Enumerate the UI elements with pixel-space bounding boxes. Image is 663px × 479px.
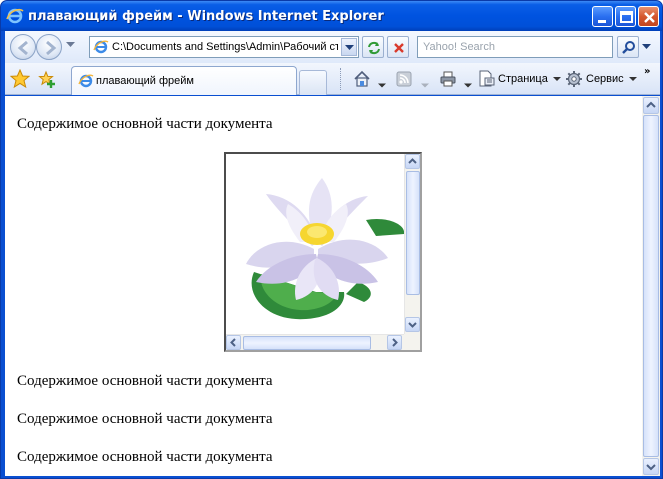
tools-menu-button[interactable]: Сервис	[565, 69, 637, 89]
chevron-up-icon	[408, 158, 417, 164]
page-content: Содержимое основной части документа Соде…	[5, 96, 642, 476]
maximize-button[interactable]	[615, 6, 636, 27]
minimize-icon	[598, 20, 606, 23]
page-menu-button[interactable]: Страница	[477, 69, 561, 89]
forward-button[interactable]	[36, 34, 62, 60]
back-arrow-icon	[17, 40, 28, 56]
minimize-button[interactable]	[592, 6, 613, 27]
page-menu-label: Страница	[498, 73, 548, 85]
address-dropdown-button[interactable]	[341, 38, 357, 56]
print-dropdown-icon[interactable]	[464, 76, 472, 96]
page-scroll-thumb[interactable]	[643, 115, 659, 457]
page-scroll-up-button[interactable]	[643, 97, 659, 114]
stop-icon	[394, 43, 404, 53]
page-icon	[93, 40, 109, 54]
paragraph: Содержимое основной части документа	[17, 411, 273, 427]
home-icon	[354, 70, 370, 87]
address-bar[interactable]: C:\Documents and Settings\Admin\Рабочий …	[89, 36, 359, 58]
iframe-horizontal-scrollbar[interactable]	[226, 334, 404, 350]
paragraph: Содержимое основной части документа	[17, 373, 273, 389]
iframe-vertical-scrollbar[interactable]	[404, 154, 420, 334]
iframe-scroll-corner	[404, 334, 420, 350]
favorites-star-icon[interactable]	[10, 69, 30, 89]
close-button[interactable]	[638, 6, 659, 27]
printer-icon	[440, 71, 456, 87]
scroll-right-button[interactable]	[387, 335, 402, 350]
scroll-down-button[interactable]	[405, 317, 420, 332]
refresh-icon	[368, 41, 380, 55]
floating-iframe[interactable]	[224, 152, 422, 352]
chevron-down-icon	[552, 76, 561, 81]
paragraph: Содержимое основной части документа	[17, 116, 273, 132]
refresh-button[interactable]	[362, 36, 384, 58]
address-input[interactable]: C:\Documents and Settings\Admin\Рабочий …	[112, 41, 338, 53]
close-icon	[644, 12, 655, 23]
search-options-dropdown-icon[interactable]	[642, 44, 651, 50]
title-bar[interactable]: плавающий фрейм - Windows Internet Explo…	[1, 1, 662, 31]
maximize-icon	[620, 11, 633, 23]
chevron-down-icon	[628, 76, 637, 81]
recent-pages-dropdown-icon[interactable]	[66, 42, 75, 48]
feeds-dropdown-icon[interactable]	[421, 76, 429, 96]
chevron-down-icon	[345, 45, 354, 50]
chevron-up-icon	[646, 101, 656, 108]
new-tab-button[interactable]	[299, 70, 327, 95]
iframe-horizontal-thumb[interactable]	[243, 336, 371, 350]
toolbar-grip[interactable]	[340, 68, 342, 90]
tab-page-icon	[78, 74, 94, 88]
home-button[interactable]	[353, 69, 371, 89]
navigation-bar: C:\Documents and Settings\Admin\Рабочий …	[5, 31, 660, 63]
print-button[interactable]	[439, 69, 457, 89]
scroll-up-button[interactable]	[405, 154, 420, 169]
tab-command-bar: плавающий фрейм Страница Сервис »	[5, 63, 660, 95]
paragraph: Содержимое основной части документа	[17, 449, 273, 465]
page-vertical-scrollbar[interactable]	[642, 96, 660, 476]
ie-logo-icon	[6, 8, 24, 24]
scroll-left-button[interactable]	[226, 335, 241, 350]
iframe-vertical-thumb[interactable]	[406, 171, 420, 295]
page-menu-icon	[479, 70, 495, 87]
water-lily-image	[246, 178, 404, 320]
forward-arrow-icon	[46, 40, 57, 56]
gear-icon	[566, 71, 582, 87]
home-dropdown-icon[interactable]	[378, 76, 386, 96]
search-box[interactable]	[417, 36, 613, 58]
browser-window: плавающий фрейм - Windows Internet Explo…	[0, 0, 663, 479]
chevron-left-icon	[230, 338, 236, 347]
search-input[interactable]	[418, 37, 612, 57]
page-scroll-down-button[interactable]	[643, 458, 659, 475]
window-title: плавающий фрейм - Windows Internet Explo…	[28, 9, 384, 24]
tab-label: плавающий фрейм	[96, 75, 194, 87]
search-icon	[622, 41, 635, 54]
feeds-button[interactable]	[396, 69, 412, 89]
back-button[interactable]	[10, 34, 36, 60]
add-favorites-icon[interactable]	[37, 69, 57, 89]
rss-feed-icon	[396, 71, 412, 87]
stop-button[interactable]	[387, 36, 409, 58]
tools-menu-label: Сервис	[586, 73, 624, 85]
chevron-down-icon	[646, 464, 656, 471]
chevron-right-icon	[392, 338, 398, 347]
chevron-down-icon	[408, 322, 417, 328]
more-commands-button[interactable]: »	[644, 66, 650, 77]
tab-current[interactable]: плавающий фрейм	[71, 66, 297, 95]
search-button[interactable]	[617, 36, 639, 58]
